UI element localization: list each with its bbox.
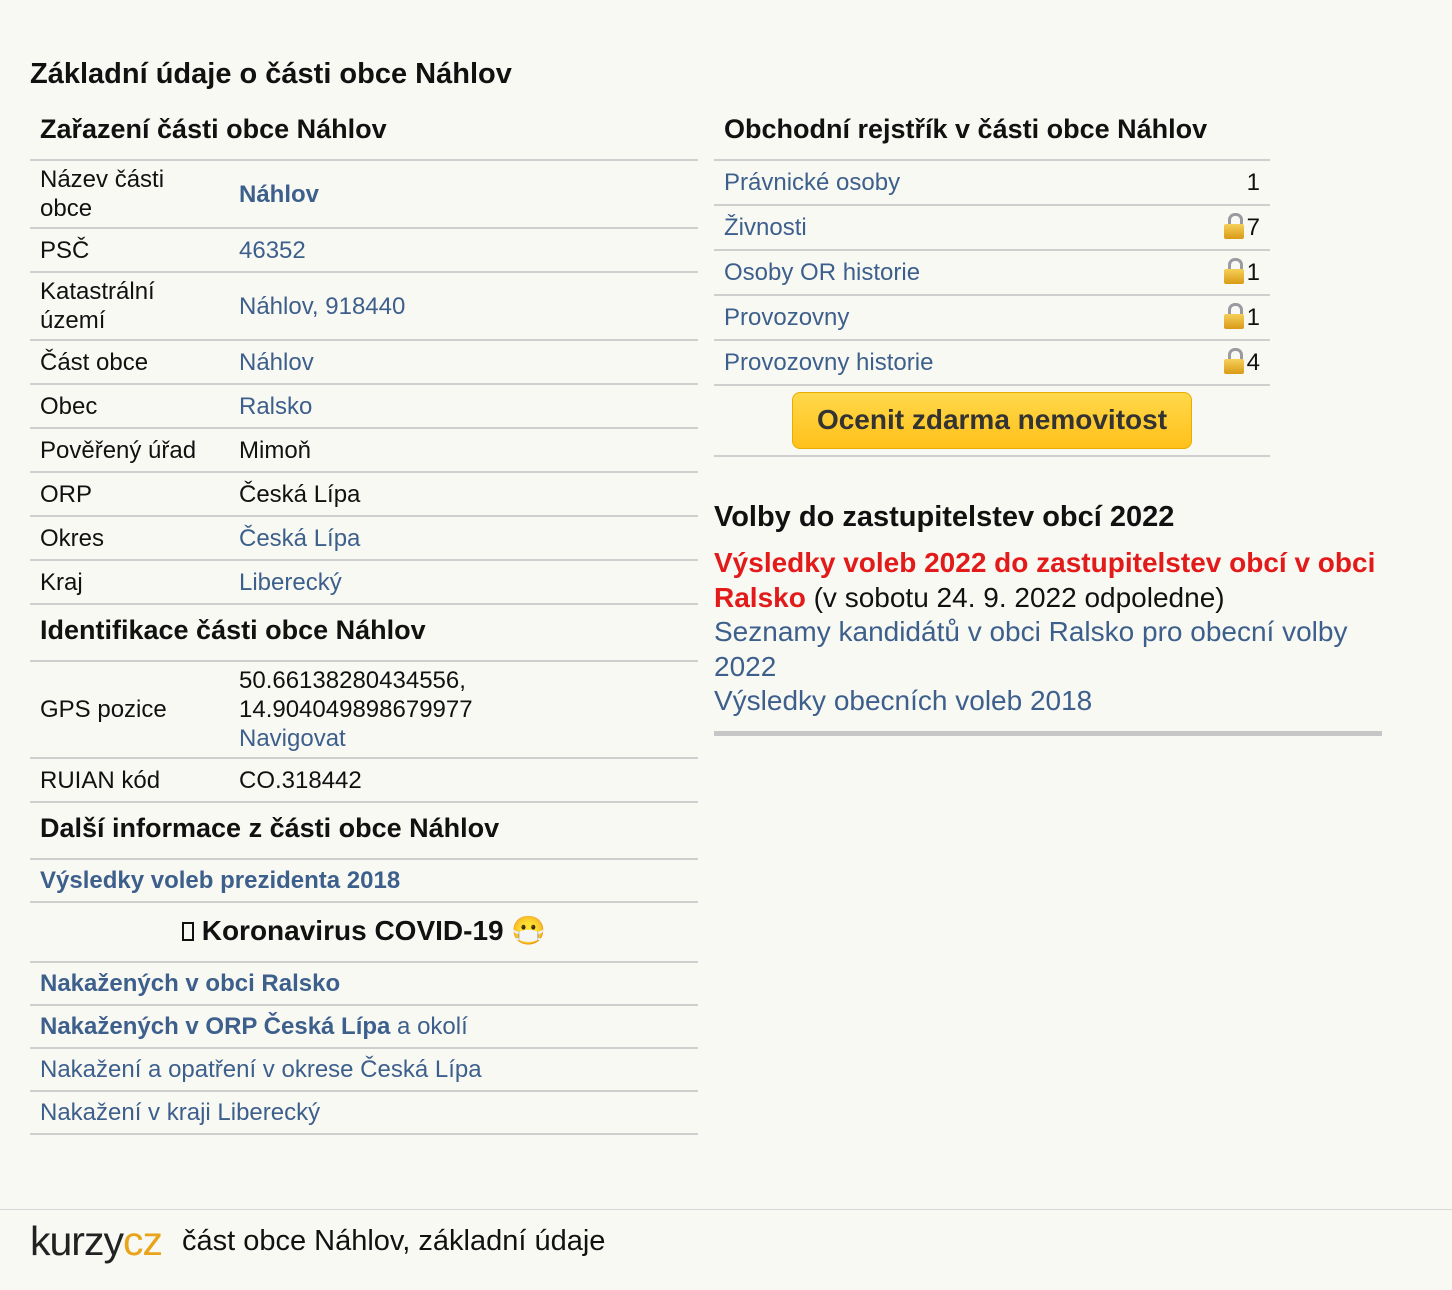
gps-lat: 50.66138280434556, [239, 667, 466, 694]
table-row: Katastrální území Náhlov, 918440 [30, 272, 698, 341]
lock-icon [1223, 258, 1244, 284]
covid-obec-link[interactable]: Nakažených v obci Ralsko [40, 970, 340, 997]
identifikace-heading: Identifikace části obce Náhlov [30, 605, 698, 662]
obec-link[interactable]: Ralsko [239, 393, 312, 420]
list-item: Nakažení a opatření v okrese Česká Lípa [30, 1049, 698, 1092]
count: 1 [1246, 259, 1260, 286]
ruian-key: RUIAN kód [30, 758, 229, 803]
list-item: Výsledky voleb prezidenta 2018 [30, 860, 698, 903]
covid-orp-rest: a okolí [390, 1013, 468, 1040]
covid-heading: Koronavirus COVID-19 😷 [30, 903, 698, 963]
footer-text: část obce Náhlov, základní údaje [181, 1224, 606, 1257]
volby-links: Výsledky voleb 2022 do zastupitelstev ob… [714, 546, 1382, 719]
zarazeni-table: Název části obce Náhlov PSČ 46352 Katast… [30, 161, 698, 605]
logo-part-b: cz [122, 1218, 163, 1264]
table-row: Část obce Náhlov [30, 340, 698, 385]
lock-icon [1223, 303, 1244, 329]
provozovny-link[interactable]: Provozovny [724, 304, 849, 331]
list-item: Nakažených v obci Ralsko [30, 963, 698, 1006]
row-key: Kraj [30, 560, 229, 605]
kandidati-link[interactable]: Seznamy kandidátů v obci Ralsko pro obec… [714, 616, 1347, 682]
table-row: GPS pozice 50.66138280434556, 14.9040498… [30, 662, 698, 759]
katastr-link[interactable]: Náhlov, 918440 [239, 293, 405, 320]
table-row: Pověřený úřad Mimoň [30, 428, 698, 473]
kraj-link[interactable]: Liberecký [239, 569, 342, 596]
lock-icon [1223, 213, 1244, 239]
cast-obce-link[interactable]: Náhlov [239, 349, 314, 376]
row-key: Obec [30, 384, 229, 429]
pravnicke-osoby-link[interactable]: Právnické osoby [724, 169, 900, 196]
row-value: Mimoň [229, 428, 698, 473]
row-key: Část obce [30, 340, 229, 385]
row-key: Okres [30, 516, 229, 561]
rejstrik-heading: Obchodní rejstřík v části obce Náhlov [714, 104, 1270, 161]
lock-icon [1223, 348, 1244, 374]
psc-link[interactable]: 46352 [239, 237, 306, 264]
list-item: Nakažení v kraji Liberecký [30, 1092, 698, 1135]
table-row: Živnosti 7 [714, 205, 1270, 251]
ruian-value: CO.318442 [229, 758, 698, 803]
provozovny-historie-link[interactable]: Provozovny historie [724, 349, 933, 376]
rejstrik-table: Právnické osoby 1 Živnosti 7 Osoby OR hi… [714, 161, 1270, 386]
volby-note: (v sobotu 24. 9. 2022 odpoledne) [805, 581, 1225, 613]
logo-part-a: kurzy [30, 1218, 124, 1264]
count: 4 [1246, 349, 1260, 376]
row-key: Pověřený úřad [30, 428, 229, 473]
divider [714, 730, 1382, 736]
list-item: Nakažených v ORP Česká Lípa a okolí [30, 1006, 698, 1049]
osoby-or-historie-link[interactable]: Osoby OR historie [724, 259, 920, 286]
gps-lon: 14.904049898679977 [239, 696, 473, 723]
right-column: Obchodní rejstřík v části obce Náhlov Pr… [714, 104, 1382, 736]
gps-key: GPS pozice [30, 662, 229, 759]
covid-okres-link[interactable]: Nakažení a opatření v okrese Česká Lípa [40, 1056, 482, 1083]
table-row: Okres Česká Lípa [30, 516, 698, 561]
table-row: Provozovny historie 4 [714, 340, 1270, 386]
row-key: PSČ [30, 228, 229, 273]
table-row: Název části obce Náhlov [30, 161, 698, 229]
covid-orp-bold: Nakažených v ORP Česká Lípa [40, 1013, 391, 1040]
identifikace-table: GPS pozice 50.66138280434556, 14.9040498… [30, 662, 698, 803]
nazev-link[interactable]: Náhlov [239, 181, 319, 208]
vysledky-2018-link[interactable]: Výsledky obecních voleb 2018 [714, 685, 1092, 716]
volby-heading: Volby do zastupitelstev obcí 2022 [714, 501, 1175, 533]
zarazeni-heading: Zařazení části obce Náhlov [30, 104, 698, 161]
ocenit-nemovitost-button[interactable]: Ocenit zdarma nemovitost [791, 392, 1193, 449]
okres-link[interactable]: Česká Lípa [239, 525, 360, 552]
footer: kurzycz část obce Náhlov, základní údaje [30, 1216, 605, 1266]
left-column: Zařazení části obce Náhlov Název části o… [30, 104, 698, 1135]
covid-orp-link[interactable]: Nakažených v ORP Česká Lípa a okolí [40, 1013, 468, 1040]
covid-kraj-link[interactable]: Nakažení v kraji Liberecký [40, 1099, 320, 1126]
navigovat-link[interactable]: Navigovat [239, 725, 346, 752]
missing-glyph-icon [181, 922, 194, 941]
count: 1 [1160, 161, 1270, 206]
table-row: RUIAN kód CO.318442 [30, 758, 698, 803]
row-key: Katastrální území [30, 272, 229, 341]
row-key: ORP [30, 472, 229, 517]
mask-icon: 😷 [511, 915, 547, 946]
table-row: Obec Ralsko [30, 384, 698, 429]
zivnosti-link[interactable]: Živnosti [724, 214, 807, 241]
dalsi-heading: Další informace z části obce Náhlov [30, 803, 698, 860]
page-title: Základní údaje o části obce Náhlov [30, 58, 512, 90]
kurzy-logo[interactable]: kurzycz [30, 1216, 163, 1266]
table-row: Právnické osoby 1 [714, 161, 1270, 206]
table-row: Osoby OR historie 1 [714, 250, 1270, 296]
button-row: Ocenit zdarma nemovitost [714, 386, 1270, 457]
covid-title: Koronavirus COVID-19 [201, 915, 504, 946]
table-row: ORP Česká Lípa [30, 472, 698, 517]
row-value: Česká Lípa [229, 472, 698, 517]
table-row: PSČ 46352 [30, 228, 698, 273]
table-row: Kraj Liberecký [30, 560, 698, 605]
row-key: Název části obce [30, 161, 229, 229]
count: 1 [1246, 304, 1260, 331]
count: 7 [1246, 214, 1260, 241]
table-row: Provozovny 1 [714, 295, 1270, 341]
volby-prezidenta-link[interactable]: Výsledky voleb prezidenta 2018 [40, 867, 400, 894]
footer-divider [0, 1209, 1452, 1210]
